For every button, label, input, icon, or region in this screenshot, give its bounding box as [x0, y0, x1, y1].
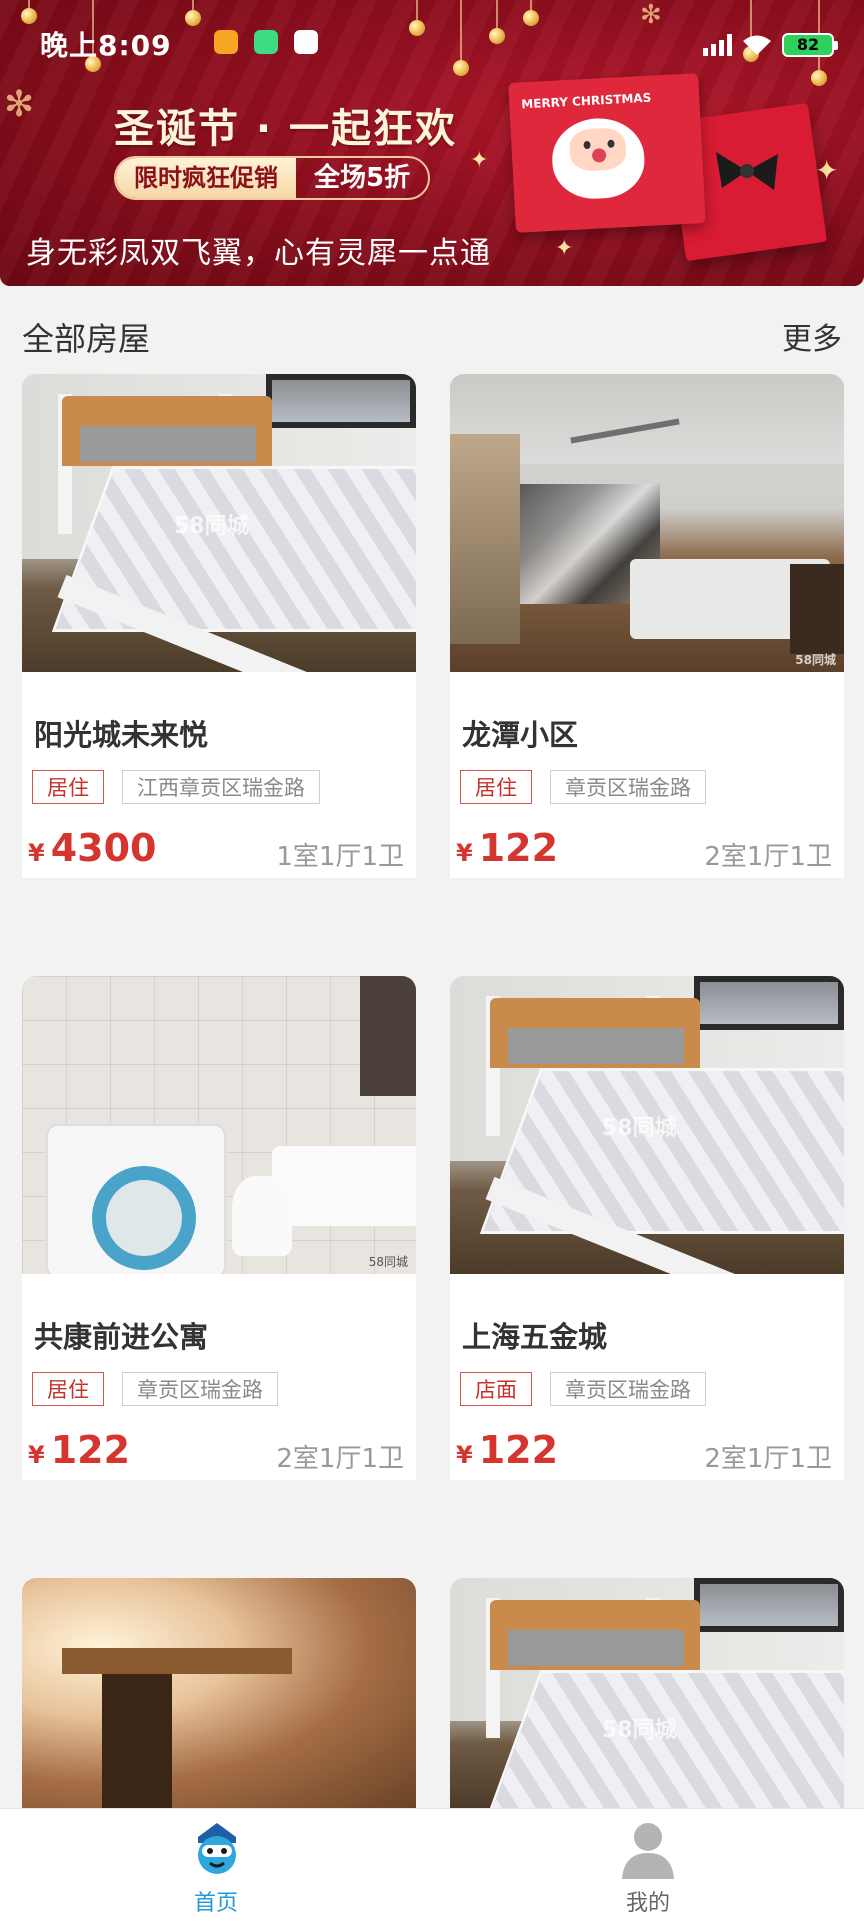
currency-symbol: ¥ — [28, 839, 45, 867]
sparkle-icon: ✦ — [470, 148, 489, 173]
ornament-icon — [185, 0, 201, 26]
tab-home-label: 首页 — [193, 1891, 238, 1916]
listing-address-tag: 章贡区瑞金路 — [550, 770, 706, 804]
listing-price: ¥122 — [28, 1428, 130, 1472]
status-bar: 晚上8:09 82 — [0, 18, 864, 70]
christmas-banner[interactable]: ✻ ✻ ✦ ✦ ✦ 晚上8:09 82 圣诞节 · 一起狂欢 限时疯狂促销 全场… — [0, 0, 864, 286]
ornament-icon — [523, 0, 539, 26]
listing-photo: 58同城 — [450, 1578, 844, 1808]
listing-type-tag: 居住 — [460, 770, 532, 804]
listing-photo: 58同城 — [22, 374, 416, 672]
watermark: 58同城 — [368, 1255, 408, 1269]
listing-card[interactable]: 58同城 — [450, 1578, 844, 1808]
sparkle-icon: ✦ — [555, 236, 574, 261]
snowflake-icon: ✻ — [4, 84, 35, 125]
wifi-icon — [743, 35, 771, 55]
watermark: 58同城 — [795, 653, 836, 667]
santa-card-illustration: MERRY CHRISTMAS — [508, 73, 706, 233]
tab-home[interactable]: 首页 — [146, 1815, 286, 1916]
listing-photo — [22, 1578, 416, 1808]
tab-mine[interactable]: 我的 — [578, 1815, 718, 1916]
listing-layout: 2室1厅1卫 — [704, 842, 832, 872]
listing-tags: 居住 江西章贡区瑞金路 — [32, 770, 320, 804]
santa-icon — [550, 116, 647, 201]
listing-photo: 58同城 — [450, 374, 844, 672]
battery-indicator: 82 — [782, 33, 838, 57]
tab-mine-label: 我的 — [625, 1891, 670, 1916]
banner-slogan: 身无彩凤双飞翼，心有灵犀一点通 — [26, 236, 491, 271]
listing-photo: 58同城 — [450, 976, 844, 1274]
signal-icon — [703, 34, 732, 56]
ornament-icon — [21, 0, 37, 24]
listing-type-tag: 居住 — [32, 770, 104, 804]
listing-name: 上海五金城 — [462, 1320, 608, 1354]
listing-address-tag: 章贡区瑞金路 — [550, 1372, 706, 1406]
listing-card[interactable]: 58同城 共康前进公寓 居住 章贡区瑞金路 ¥122 2室1厅1卫 — [22, 976, 416, 1480]
listing-tags: 店面 章贡区瑞金路 — [460, 1372, 706, 1406]
map-pin-icon — [294, 30, 318, 54]
listing-name: 阳光城未来悦 — [34, 718, 209, 752]
listing-name: 共康前进公寓 — [34, 1320, 209, 1354]
listing-photo: 58同城 — [22, 976, 416, 1274]
promo-pill: 限时疯狂促销 全场5折 — [114, 156, 431, 200]
listing-card[interactable]: 58同城 阳光城未来悦 居住 江西章贡区瑞金路 ¥4300 1室1厅1卫 — [22, 374, 416, 878]
price-value: 4300 — [50, 826, 157, 870]
price-value: 122 — [50, 1428, 131, 1472]
currency-symbol: ¥ — [456, 1441, 473, 1469]
listing-card[interactable]: 58同城 龙潭小区 居住 章贡区瑞金路 ¥122 2室1厅1卫 — [450, 374, 844, 878]
listing-price: ¥122 — [456, 826, 558, 870]
banner-headline: 圣诞节 · 一起狂欢 — [114, 106, 458, 152]
currency-symbol: ¥ — [28, 1441, 45, 1469]
listing-name: 龙潭小区 — [462, 718, 579, 752]
listing-layout: 2室1厅1卫 — [276, 1444, 404, 1474]
watermark: 58同城 — [174, 514, 249, 539]
watermark: 58同城 — [602, 1116, 677, 1141]
listing-type-tag: 店面 — [460, 1372, 532, 1406]
price-value: 122 — [478, 826, 559, 870]
listing-tags: 居住 章贡区瑞金路 — [32, 1372, 278, 1406]
android-icon — [254, 30, 278, 54]
listing-card[interactable] — [22, 1578, 416, 1808]
listing-price: ¥122 — [456, 1428, 558, 1472]
price-value: 122 — [478, 1428, 559, 1472]
user-icon — [622, 1823, 674, 1879]
more-link[interactable]: 更多 — [782, 314, 842, 358]
card-greeting: MERRY CHRISTMAS — [520, 90, 652, 112]
listing-tags: 居住 章贡区瑞金路 — [460, 770, 706, 804]
ribbon-bow-icon — [716, 152, 778, 190]
listing-layout: 2室1厅1卫 — [704, 1444, 832, 1474]
home-icon — [198, 1823, 236, 1874]
listing-price: ¥4300 — [28, 826, 156, 870]
promo-label: 限时疯狂促销 — [116, 158, 296, 198]
currency-symbol: ¥ — [456, 839, 473, 867]
listing-type-tag: 居住 — [32, 1372, 104, 1406]
discount-label: 全场5折 — [314, 163, 411, 193]
listing-card[interactable]: 58同城 上海五金城 店面 章贡区瑞金路 ¥122 2室1厅1卫 — [450, 976, 844, 1480]
watermark: 58同城 — [602, 1718, 677, 1743]
bottom-tab-bar: 首页 我的 — [0, 1808, 864, 1921]
status-time: 晚上8:09 — [40, 29, 172, 62]
listing-address-tag: 江西章贡区瑞金路 — [122, 770, 320, 804]
listing-address-tag: 章贡区瑞金路 — [122, 1372, 278, 1406]
app-notification-icon — [214, 30, 238, 54]
status-right-icons: 82 — [703, 30, 838, 60]
section-title: 全部房屋 — [22, 320, 151, 358]
listing-layout: 1室1厅1卫 — [276, 842, 404, 872]
